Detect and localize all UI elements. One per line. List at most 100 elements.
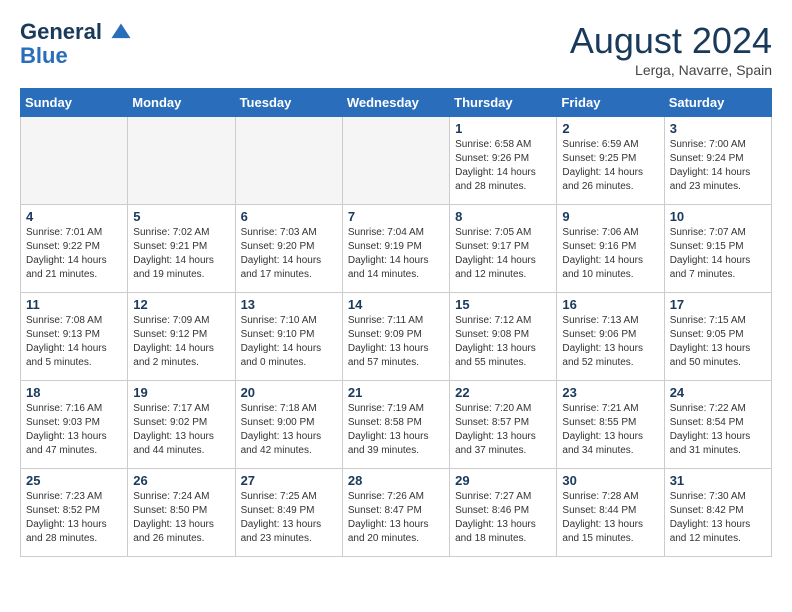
day-info: Sunrise: 7:13 AMSunset: 9:06 PMDaylight:…	[562, 314, 658, 370]
day-info: Sunrise: 7:16 AMSunset: 9:03 PMDaylight:…	[26, 402, 122, 458]
day-number: 14	[348, 297, 444, 312]
day-number: 21	[348, 385, 444, 400]
calendar-cell: 24Sunrise: 7:22 AMSunset: 8:54 PMDayligh…	[664, 381, 771, 469]
day-number: 13	[241, 297, 337, 312]
day-number: 5	[133, 209, 229, 224]
day-header-sunday: Sunday	[21, 89, 128, 117]
calendar-cell: 10 Sunrise: 7:07 AMSunset: 9:15 PMDayligh…	[664, 205, 771, 293]
day-info: Sunrise: 7:27 AMSunset: 8:46 PMDaylight:…	[455, 490, 551, 546]
day-number: 24	[670, 385, 766, 400]
day-info: Sunrise: 7:01 AMSunset: 9:22 PMDaylight:…	[26, 226, 122, 282]
day-info: Sunrise: 7:15 AMSunset: 9:05 PMDaylight:…	[670, 314, 766, 370]
day-number: 22	[455, 385, 551, 400]
week-row-3: 11 Sunrise: 7:08 AMSunset: 9:13 PMDayligh…	[21, 293, 772, 381]
day-number: 15	[455, 297, 551, 312]
day-info: Sunrise: 7:07 AMSunset: 9:15 PMDaylight:…	[670, 226, 766, 282]
logo: General Blue	[20, 20, 132, 68]
day-info: Sunrise: 7:11 AMSunset: 9:09 PMDaylight:…	[348, 314, 444, 370]
week-row-4: 18 Sunrise: 7:16 AMSunset: 9:03 PMDayligh…	[21, 381, 772, 469]
calendar-cell: 31 Sunrise: 7:30 AMSunset: 8:42 PMDayligh…	[664, 469, 771, 557]
day-header-thursday: Thursday	[450, 89, 557, 117]
day-info: Sunrise: 7:03 AMSunset: 9:20 PMDaylight:…	[241, 226, 337, 282]
calendar-cell: 25 Sunrise: 7:23 AMSunset: 8:52 PMDayligh…	[21, 469, 128, 557]
calendar-cell: 14 Sunrise: 7:11 AMSunset: 9:09 PMDayligh…	[342, 293, 449, 381]
day-number: 8	[455, 209, 551, 224]
days-header-row: SundayMondayTuesdayWednesdayThursdayFrid…	[21, 89, 772, 117]
day-info: Sunrise: 7:19 AMSunset: 8:58 PMDaylight:…	[348, 402, 444, 458]
calendar-cell: 29 Sunrise: 7:27 AMSunset: 8:46 PMDayligh…	[450, 469, 557, 557]
week-row-2: 4 Sunrise: 7:01 AMSunset: 9:22 PMDaylight…	[21, 205, 772, 293]
day-info: Sunrise: 7:24 AMSunset: 8:50 PMDaylight:…	[133, 490, 229, 546]
day-number: 17	[670, 297, 766, 312]
calendar-cell: 11 Sunrise: 7:08 AMSunset: 9:13 PMDayligh…	[21, 293, 128, 381]
week-row-5: 25 Sunrise: 7:23 AMSunset: 8:52 PMDayligh…	[21, 469, 772, 557]
day-info: Sunrise: 7:08 AMSunset: 9:13 PMDaylight:…	[26, 314, 122, 370]
calendar-cell: 12Sunrise: 7:09 AMSunset: 9:12 PMDayligh…	[128, 293, 235, 381]
calendar-cell: 18 Sunrise: 7:16 AMSunset: 9:03 PMDayligh…	[21, 381, 128, 469]
calendar-cell: 9 Sunrise: 7:06 AMSunset: 9:16 PMDaylight…	[557, 205, 664, 293]
day-info: Sunrise: 7:05 AMSunset: 9:17 PMDaylight:…	[455, 226, 551, 282]
day-number: 6	[241, 209, 337, 224]
calendar-cell: 7Sunrise: 7:04 AMSunset: 9:19 PMDaylight…	[342, 205, 449, 293]
day-info: Sunrise: 7:30 AMSunset: 8:42 PMDaylight:…	[670, 490, 766, 546]
day-info: Sunrise: 7:10 AMSunset: 9:10 PMDaylight:…	[241, 314, 337, 370]
calendar-cell: 22 Sunrise: 7:20 AMSunset: 8:57 PMDayligh…	[450, 381, 557, 469]
day-info: Sunrise: 7:00 AMSunset: 9:24 PMDaylight:…	[670, 138, 766, 194]
month-title: August 2024	[570, 20, 772, 62]
calendar-cell: 20 Sunrise: 7:18 AMSunset: 9:00 PMDayligh…	[235, 381, 342, 469]
calendar-cell: 8 Sunrise: 7:05 AMSunset: 9:17 PMDaylight…	[450, 205, 557, 293]
day-number: 23	[562, 385, 658, 400]
calendar-cell: 2Sunrise: 6:59 AMSunset: 9:25 PMDaylight…	[557, 117, 664, 205]
calendar-cell: 19 Sunrise: 7:17 AMSunset: 9:02 PMDayligh…	[128, 381, 235, 469]
day-number: 26	[133, 473, 229, 488]
day-info: Sunrise: 6:58 AMSunset: 9:26 PMDaylight:…	[455, 138, 551, 194]
calendar-cell: 21 Sunrise: 7:19 AMSunset: 8:58 PMDayligh…	[342, 381, 449, 469]
day-info: Sunrise: 6:59 AMSunset: 9:25 PMDaylight:…	[562, 138, 658, 194]
day-info: Sunrise: 7:06 AMSunset: 9:16 PMDaylight:…	[562, 226, 658, 282]
calendar-cell: 30Sunrise: 7:28 AMSunset: 8:44 PMDayligh…	[557, 469, 664, 557]
day-info: Sunrise: 7:12 AMSunset: 9:08 PMDaylight:…	[455, 314, 551, 370]
day-header-saturday: Saturday	[664, 89, 771, 117]
day-header-tuesday: Tuesday	[235, 89, 342, 117]
day-header-monday: Monday	[128, 89, 235, 117]
day-number: 31	[670, 473, 766, 488]
location: Lerga, Navarre, Spain	[570, 62, 772, 78]
day-number: 4	[26, 209, 122, 224]
calendar-cell: 1Sunrise: 6:58 AMSunset: 9:26 PMDaylight…	[450, 117, 557, 205]
day-number: 19	[133, 385, 229, 400]
day-info: Sunrise: 7:18 AMSunset: 9:00 PMDaylight:…	[241, 402, 337, 458]
day-number: 12	[133, 297, 229, 312]
day-number: 29	[455, 473, 551, 488]
calendar-cell: 16 Sunrise: 7:13 AMSunset: 9:06 PMDayligh…	[557, 293, 664, 381]
day-number: 11	[26, 297, 122, 312]
calendar-cell: 17 Sunrise: 7:15 AMSunset: 9:05 PMDayligh…	[664, 293, 771, 381]
day-number: 25	[26, 473, 122, 488]
week-row-1: 1Sunrise: 6:58 AMSunset: 9:26 PMDaylight…	[21, 117, 772, 205]
page-header: General Blue August 2024 Lerga, Navarre,…	[20, 20, 772, 78]
calendar-cell	[342, 117, 449, 205]
calendar-cell: 23 Sunrise: 7:21 AMSunset: 8:55 PMDayligh…	[557, 381, 664, 469]
day-info: Sunrise: 7:20 AMSunset: 8:57 PMDaylight:…	[455, 402, 551, 458]
calendar-cell: 27Sunrise: 7:25 AMSunset: 8:49 PMDayligh…	[235, 469, 342, 557]
day-number: 9	[562, 209, 658, 224]
day-number: 16	[562, 297, 658, 312]
day-number: 10	[670, 209, 766, 224]
day-number: 18	[26, 385, 122, 400]
day-info: Sunrise: 7:17 AMSunset: 9:02 PMDaylight:…	[133, 402, 229, 458]
day-info: Sunrise: 7:25 AMSunset: 8:49 PMDaylight:…	[241, 490, 337, 546]
calendar-cell	[128, 117, 235, 205]
day-number: 30	[562, 473, 658, 488]
day-number: 20	[241, 385, 337, 400]
calendar-cell: 5 Sunrise: 7:02 AMSunset: 9:21 PMDaylight…	[128, 205, 235, 293]
day-number: 28	[348, 473, 444, 488]
day-number: 3	[670, 121, 766, 136]
calendar-cell: 3 Sunrise: 7:00 AMSunset: 9:24 PMDaylight…	[664, 117, 771, 205]
day-header-wednesday: Wednesday	[342, 89, 449, 117]
day-info: Sunrise: 7:02 AMSunset: 9:21 PMDaylight:…	[133, 226, 229, 282]
day-info: Sunrise: 7:04 AMSunset: 9:19 PMDaylight:…	[348, 226, 444, 282]
day-info: Sunrise: 7:21 AMSunset: 8:55 PMDaylight:…	[562, 402, 658, 458]
title-section: August 2024 Lerga, Navarre, Spain	[570, 20, 772, 78]
day-info: Sunrise: 7:23 AMSunset: 8:52 PMDaylight:…	[26, 490, 122, 546]
calendar-cell: 26 Sunrise: 7:24 AMSunset: 8:50 PMDayligh…	[128, 469, 235, 557]
calendar-cell: 4 Sunrise: 7:01 AMSunset: 9:22 PMDaylight…	[21, 205, 128, 293]
